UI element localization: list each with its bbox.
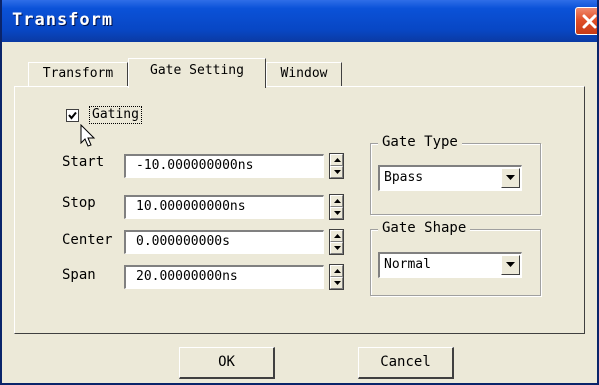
span-label: Span: [62, 267, 96, 283]
center-spin-down[interactable]: [330, 242, 343, 254]
tab-window[interactable]: Window: [266, 62, 342, 86]
spin-down-icon: [334, 170, 341, 174]
gate-type-dropdown-button[interactable]: [501, 168, 520, 188]
span-spin-up[interactable]: [330, 265, 343, 277]
gate-shape-dropdown-button[interactable]: [501, 255, 520, 275]
tab-transform-label: Transform: [42, 66, 114, 81]
stop-label: Stop: [62, 195, 96, 211]
transform-dialog: Transform Transform Gate Setting Window …: [0, 0, 599, 385]
tab-window-label: Window: [280, 66, 328, 81]
span-spinner[interactable]: [329, 264, 344, 290]
cancel-button[interactable]: Cancel: [358, 347, 454, 379]
stop-spin-up[interactable]: [330, 195, 343, 207]
gating-checkbox[interactable]: [66, 109, 79, 122]
tab-gate-setting[interactable]: Gate Setting: [128, 58, 266, 88]
span-field[interactable]: 20.00000000ns: [124, 265, 324, 289]
chevron-down-icon: [506, 175, 515, 180]
gate-type-select[interactable]: Bpass: [378, 165, 522, 191]
gating-label[interactable]: Gating: [89, 106, 142, 124]
spin-up-icon: [334, 158, 341, 162]
mouse-cursor-icon: [80, 124, 96, 147]
gate-shape-title: Gate Shape: [378, 220, 471, 236]
spin-up-icon: [334, 269, 341, 273]
ok-button[interactable]: OK: [179, 347, 275, 379]
spin-up-icon: [334, 199, 341, 203]
gate-type-title: Gate Type: [378, 134, 462, 150]
spin-down-icon: [334, 246, 341, 250]
stop-spinner[interactable]: [329, 194, 344, 220]
start-field[interactable]: -10.000000000ns: [124, 154, 324, 178]
gate-shape-value: Normal: [384, 257, 431, 272]
stop-spin-down[interactable]: [330, 207, 343, 219]
center-spinner[interactable]: [329, 229, 344, 255]
close-button[interactable]: [575, 7, 597, 35]
tab-transform[interactable]: Transform: [28, 62, 128, 86]
span-spin-down[interactable]: [330, 277, 343, 289]
spin-up-icon: [334, 234, 341, 238]
checkmark-icon: [68, 111, 77, 120]
gate-type-value: Bpass: [384, 170, 424, 185]
spin-down-icon: [334, 281, 341, 285]
window-title: Transform: [12, 10, 114, 30]
start-label: Start: [62, 154, 105, 170]
gate-shape-select[interactable]: Normal: [378, 252, 522, 278]
start-spin-down[interactable]: [330, 166, 343, 178]
center-spin-up[interactable]: [330, 230, 343, 242]
start-spinner[interactable]: [329, 153, 344, 179]
center-field[interactable]: 0.000000000s: [124, 230, 324, 254]
spin-down-icon: [334, 211, 341, 215]
start-spin-up[interactable]: [330, 154, 343, 166]
stop-field[interactable]: 10.000000000ns: [124, 195, 324, 219]
close-icon: [582, 14, 597, 29]
chevron-down-icon: [506, 262, 515, 267]
title-bar[interactable]: Transform: [2, 0, 597, 42]
tab-gate-setting-label: Gate Setting: [150, 63, 244, 78]
center-label: Center: [62, 232, 113, 248]
